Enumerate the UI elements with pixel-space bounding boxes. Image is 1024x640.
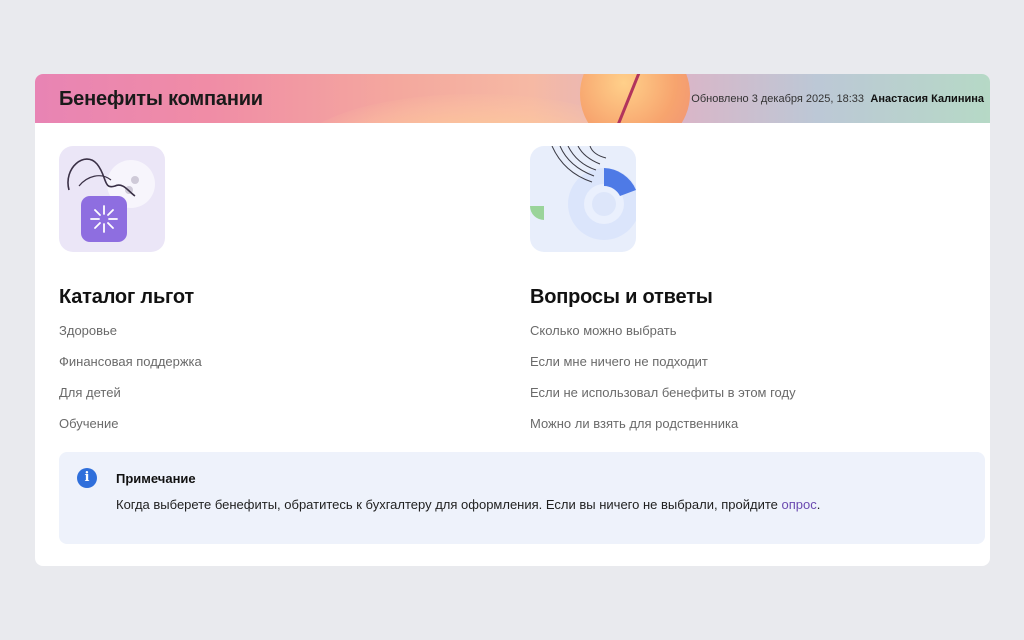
page-title: Бенефиты компании [59,88,263,110]
faq-item-relative[interactable]: Можно ли взять для родственника [530,415,796,446]
note-title: Примечание [116,471,196,486]
catalog-column: Каталог льгот Здоровье Финансовая поддер… [59,146,202,446]
faq-title[interactable]: Вопросы и ответы [530,286,796,309]
updated-timestamp: Обновлено 3 декабря 2025, 18:33 [691,93,864,105]
catalog-illustration-icon[interactable] [59,146,165,252]
faq-column: Вопросы и ответы Сколько можно выбрать Е… [530,146,796,446]
faq-illustration-icon[interactable] [530,146,636,252]
faq-item-unused[interactable]: Если не использовал бенефиты в этом году [530,384,796,415]
catalog-item-education[interactable]: Обучение [59,415,202,446]
catalog-item-children[interactable]: Для детей [59,384,202,415]
note-end: . [816,497,821,512]
catalog-list: Здоровье Финансовая поддержка Для детей … [59,322,202,446]
catalog-title[interactable]: Каталог льгот [59,286,202,309]
user-name[interactable]: Анастасия Калинина [870,93,984,105]
faq-item-nothing-fits[interactable]: Если мне ничего не подходит [530,353,796,384]
catalog-item-financial-support[interactable]: Финансовая поддержка [59,353,202,384]
info-icon: i [77,468,97,488]
note-body: Когда выберете бенефиты, обратитесь к бу… [116,497,782,512]
survey-link[interactable]: опрос [781,497,816,512]
note-callout: i Примечание Когда выберете бенефиты, об… [59,452,985,544]
benefits-card: Бенефиты компании Обновлено 3 декабря 20… [35,74,990,566]
faq-item-how-many[interactable]: Сколько можно выбрать [530,322,796,353]
catalog-item-health[interactable]: Здоровье [59,322,202,353]
note-text: Когда выберете бенефиты, обратитесь к бу… [116,497,820,512]
faq-list: Сколько можно выбрать Если мне ничего не… [530,322,796,446]
page-header: Бенефиты компании Обновлено 3 декабря 20… [35,74,990,123]
